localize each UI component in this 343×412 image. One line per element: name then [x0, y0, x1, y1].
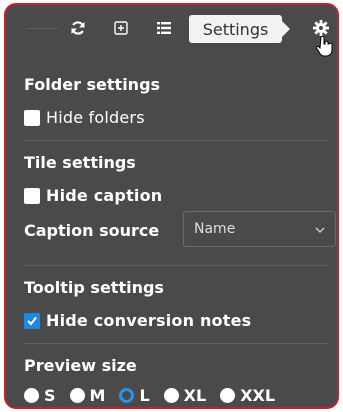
radio-dot[interactable]	[163, 388, 179, 403]
hide-folders-label: Hide folders	[46, 108, 145, 127]
preview-size-title: Preview size	[24, 356, 137, 375]
toolbar: Settings	[6, 5, 337, 57]
folder-settings-title: Folder settings	[24, 75, 161, 94]
preview-size-label: M	[89, 386, 106, 405]
refresh-icon[interactable]	[67, 17, 89, 39]
hide-conversion-notes-checkbox[interactable]: Hide conversion notes	[24, 311, 251, 330]
radio-dot-selected[interactable]	[119, 388, 135, 403]
divider	[24, 343, 328, 344]
caption-source-select[interactable]: Name	[183, 211, 336, 247]
preview-size-xl[interactable]: XL	[163, 386, 207, 405]
preview-size-xxl[interactable]: XXL	[220, 386, 275, 405]
tooltip-settings-title: Tooltip settings	[24, 278, 164, 297]
radio-dot[interactable]	[220, 388, 236, 403]
checkmark-icon	[27, 316, 37, 326]
hide-folders-checkbox[interactable]: Hide folders	[24, 108, 145, 127]
preview-size-label: L	[139, 386, 150, 405]
expand-icon[interactable]	[110, 17, 132, 39]
preview-size-label: S	[44, 386, 56, 405]
tile-settings-title: Tile settings	[24, 153, 136, 172]
divider	[24, 140, 328, 141]
preview-size-l[interactable]: L	[119, 386, 150, 405]
preview-size-label: XXL	[240, 386, 276, 405]
settings-panel: Settings Folder settings Hide folders Ti…	[4, 3, 339, 409]
preview-size-s[interactable]: S	[24, 386, 56, 405]
caption-source-value: Name	[194, 221, 236, 237]
settings-tooltip: Settings	[189, 15, 282, 43]
caption-source-label: Caption source	[24, 221, 160, 240]
hide-conversion-notes-label: Hide conversion notes	[46, 311, 252, 330]
hide-conversion-notes-box[interactable]	[24, 312, 40, 329]
chevron-down-icon	[315, 221, 325, 237]
radio-dot[interactable]	[69, 388, 85, 403]
list-view-icon[interactable]	[153, 17, 175, 39]
hide-caption-box[interactable]	[24, 187, 40, 204]
hide-caption-checkbox[interactable]: Hide caption	[24, 186, 162, 205]
preview-size-label: XL	[183, 386, 207, 405]
preview-size-m[interactable]: M	[69, 386, 106, 405]
hide-caption-label: Hide caption	[46, 186, 163, 205]
preview-size-options: S M L XL XXL	[24, 386, 289, 405]
toolbar-divider	[26, 28, 58, 29]
tooltip-arrow	[282, 21, 290, 37]
hide-folders-box[interactable]	[24, 109, 40, 126]
hand-cursor-icon	[315, 35, 334, 61]
divider	[24, 265, 328, 266]
radio-dot[interactable]	[24, 388, 39, 403]
